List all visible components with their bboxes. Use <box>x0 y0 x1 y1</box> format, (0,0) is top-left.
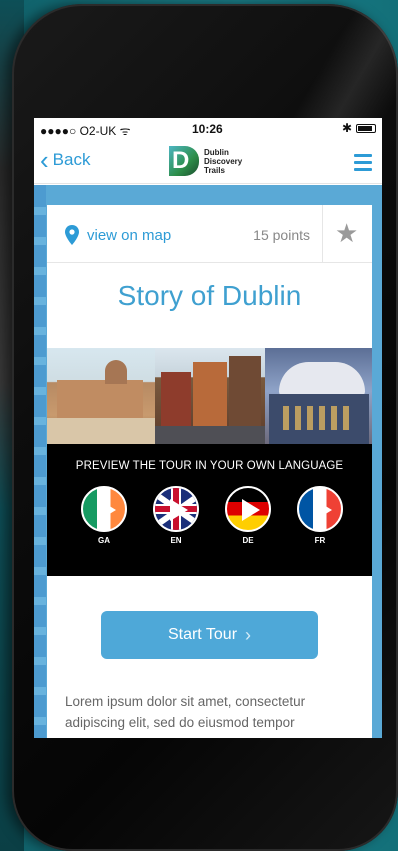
photo-dublin-street <box>155 348 265 444</box>
language-button-en[interactable]: EN <box>151 486 201 545</box>
french-flag-play-icon <box>297 486 343 532</box>
hamburger-menu-icon[interactable] <box>354 154 372 175</box>
points-count: 15 points <box>253 227 310 243</box>
language-list: GA EN DE FR <box>79 486 349 556</box>
navigation-bar: ‹ Back D Dublin Discovery Trails <box>34 140 382 184</box>
language-code: FR <box>314 536 326 545</box>
german-flag-play-icon <box>225 486 271 532</box>
tour-title: Story of Dublin <box>117 280 302 311</box>
favorite-button[interactable]: ★ <box>322 205 372 263</box>
phone-screen: ●●●●○ O2-UK ᯤ 10:26 ✱ ‹ Back D Dublin Di… <box>34 118 382 738</box>
logo-icon: D <box>169 146 199 176</box>
preview-heading: PREVIEW THE TOUR IN YOUR OWN LANGUAGE <box>75 460 344 472</box>
bluetooth-icon: ✱ <box>341 121 352 135</box>
back-button[interactable]: ‹ Back <box>40 145 91 175</box>
logo-line: Dublin <box>204 147 229 157</box>
star-icon: ★ <box>335 218 359 248</box>
clock: 10:26 <box>192 122 223 136</box>
view-on-map-link[interactable]: view on map <box>65 225 171 245</box>
photo-strip <box>47 348 372 444</box>
map-pin-icon <box>65 225 79 245</box>
back-label: Back <box>52 150 91 169</box>
tour-card: view on map 15 points ★ Story of Dublin <box>47 205 372 738</box>
chevron-right-icon: › <box>245 624 252 645</box>
start-tour-label: Start Tour <box>167 626 238 643</box>
start-tour-button[interactable]: Start Tour › <box>101 611 318 659</box>
language-button-ga[interactable]: GA <box>79 486 129 545</box>
tour-description: Lorem ipsum dolor sit amet, consectetur … <box>65 694 306 730</box>
irish-flag-play-icon <box>81 486 127 532</box>
language-button-fr[interactable]: FR <box>295 486 345 545</box>
chevron-left-icon: ‹ <box>40 145 49 175</box>
battery-icon <box>356 124 376 133</box>
status-bar: ●●●●○ O2-UK ᯤ 10:26 ✱ <box>34 118 382 140</box>
uk-flag-play-icon <box>153 486 199 532</box>
app-logo: D Dublin Discovery Trails <box>169 146 264 176</box>
photo-dublin-modern <box>265 348 372 444</box>
language-code: GA <box>98 536 110 545</box>
view-on-map-label: view on map <box>87 226 172 244</box>
language-preview-panel: PREVIEW THE TOUR IN YOUR OWN LANGUAGE GA… <box>47 444 372 576</box>
main-content: view on map 15 points ★ Story of Dublin <box>34 185 382 738</box>
carrier-label: ●●●●○ O2-UK ᯤ <box>40 124 131 138</box>
language-button-de[interactable]: DE <box>223 486 273 545</box>
card-header: view on map 15 points ★ <box>47 205 372 263</box>
language-code: DE <box>242 536 254 545</box>
language-code: EN <box>170 536 182 545</box>
logo-line: Discovery <box>204 156 243 166</box>
logo-text: Dublin Discovery Trails <box>204 148 264 175</box>
photo-dublin-castle <box>47 348 155 444</box>
logo-letter: D <box>172 147 190 174</box>
logo-line: Trails <box>204 165 225 175</box>
